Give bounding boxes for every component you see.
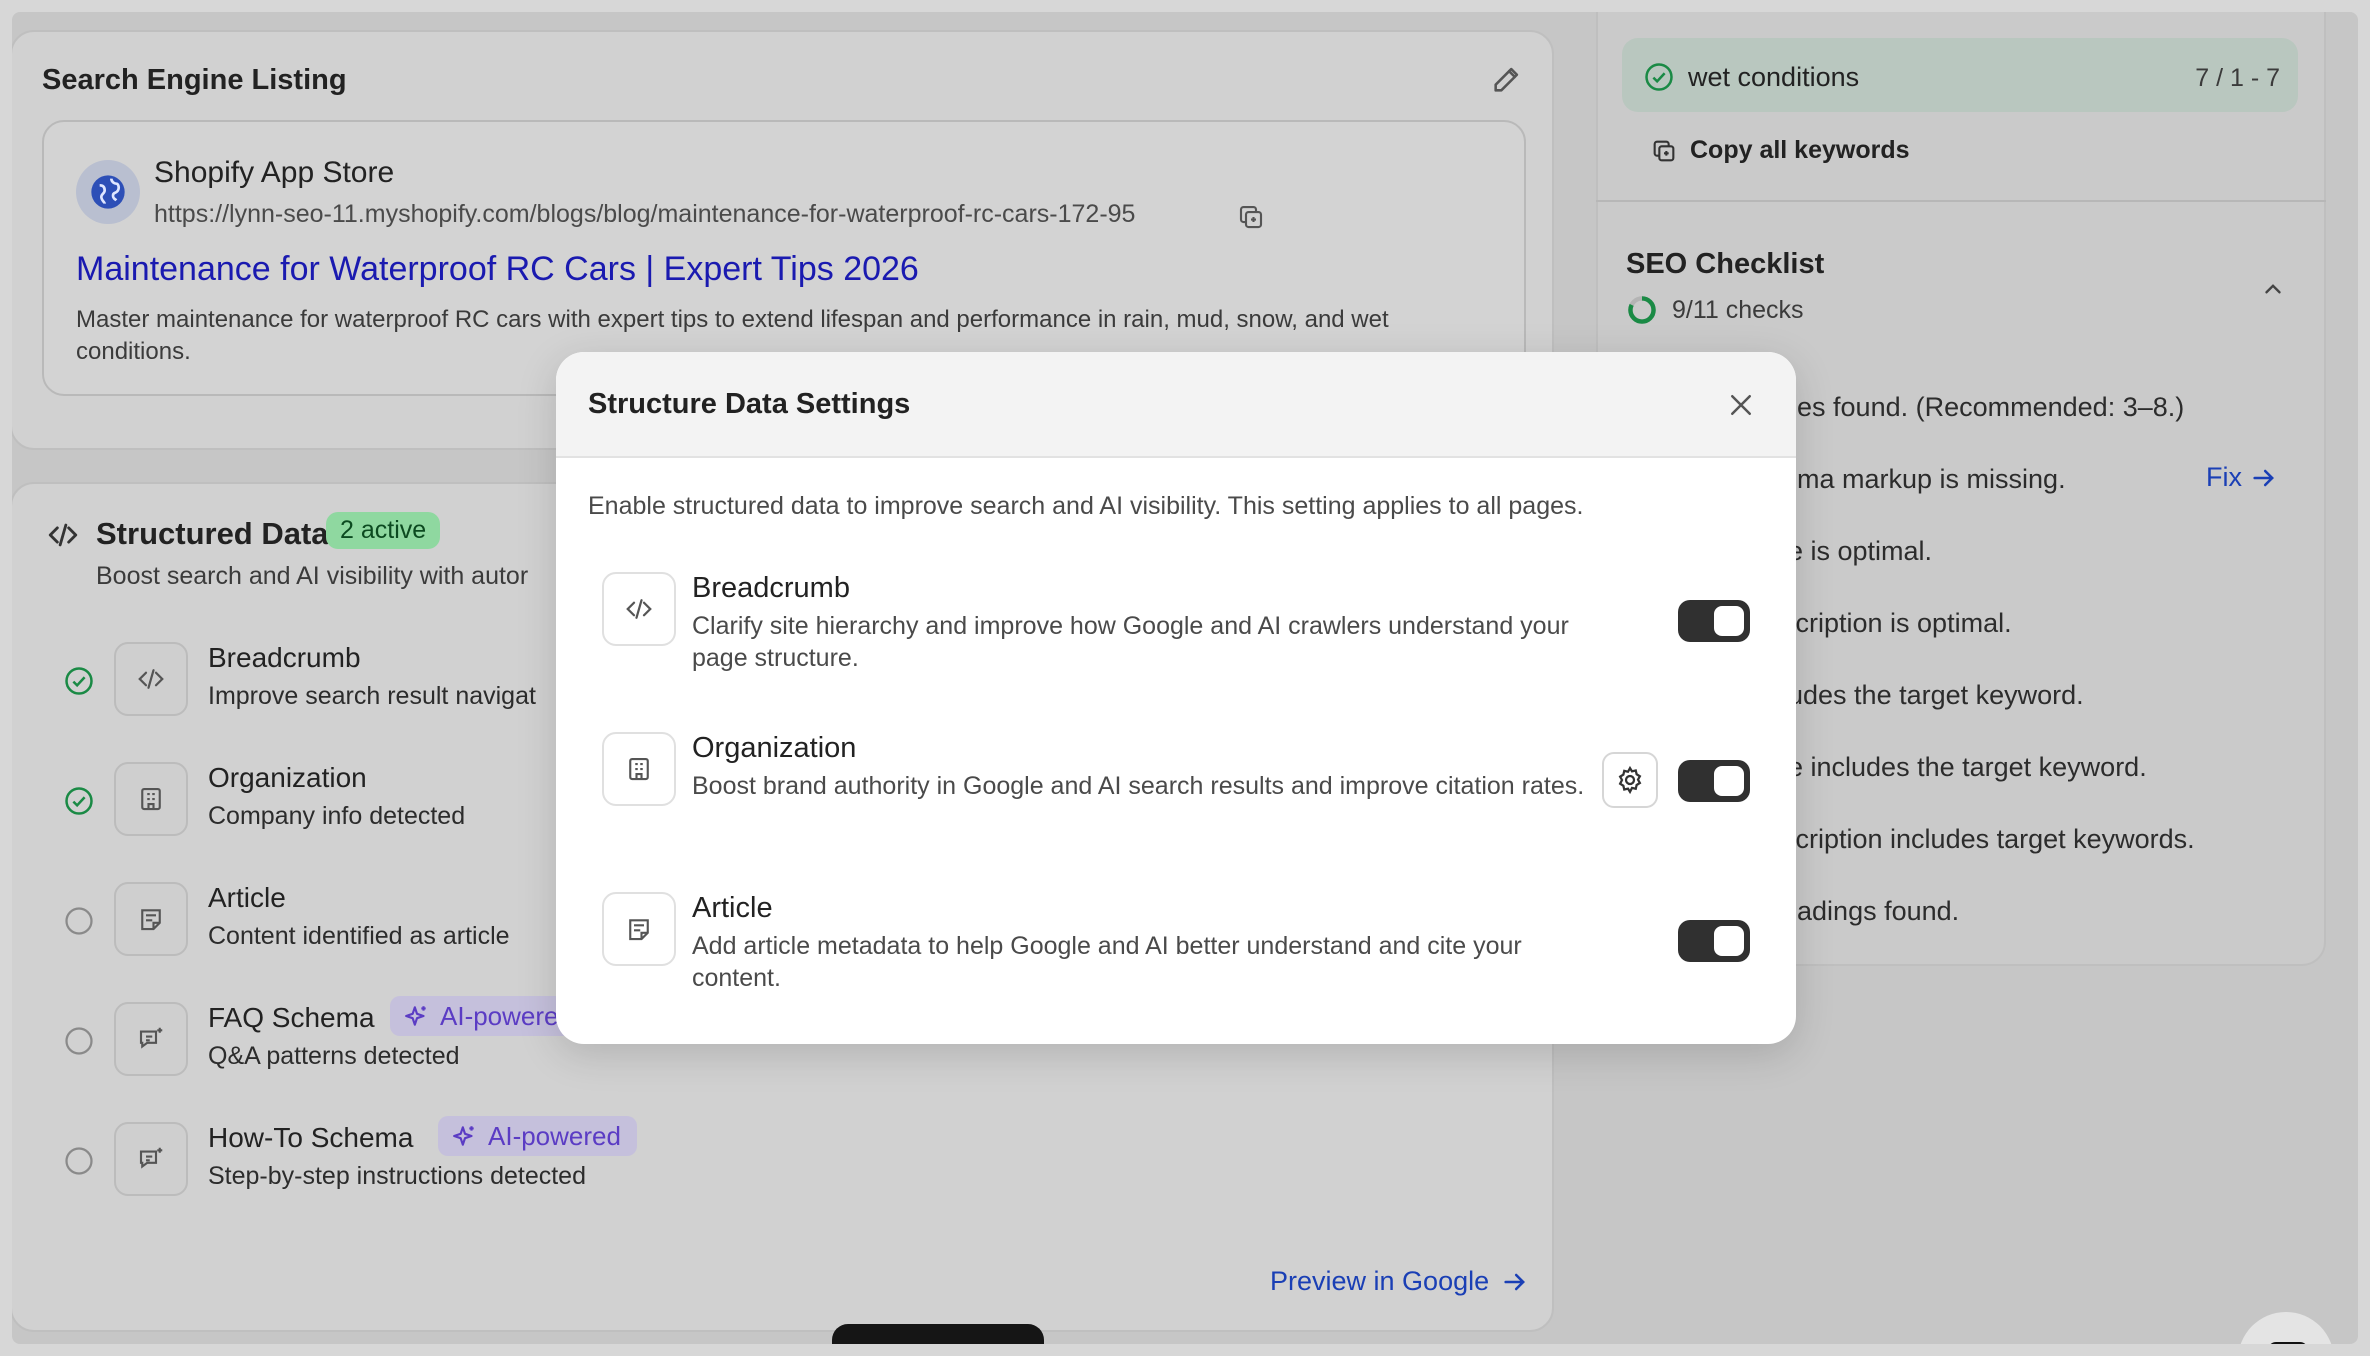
checklist-item: le includes the target keyword.	[1782, 752, 2147, 782]
modal-header: Structure Data Settings	[556, 352, 1796, 458]
preview-in-google-link[interactable]: Preview in Google	[1270, 1266, 1529, 1297]
code-icon	[602, 572, 676, 646]
store-name: Shopify App Store	[154, 156, 395, 189]
empty-circle-icon[interactable]	[64, 1146, 94, 1176]
empty-circle-icon[interactable]	[64, 1026, 94, 1056]
chat-sparkle-icon	[114, 1122, 188, 1196]
structured-data-title: Structured Data	[96, 516, 329, 551]
ai-powered-badge: AI-powere	[390, 996, 575, 1036]
copy-all-label: Copy all keywords	[1690, 136, 1910, 164]
copy-icon	[1650, 137, 1678, 165]
setting-name: Article	[692, 892, 773, 924]
checklist-item: le is optimal.	[1782, 536, 1933, 566]
preview-link-label: Preview in Google	[1270, 1266, 1490, 1296]
checklist-item: ema markup is missing.	[1782, 464, 2066, 494]
active-count-badge: 2 active	[326, 512, 441, 549]
fix-link[interactable]: Fix	[2206, 462, 2278, 493]
schema-description: Improve search result navigat	[208, 682, 536, 710]
keyword-count: 7 / 1 - 7	[2195, 64, 2280, 92]
checklist-item: scription is optimal.	[1782, 608, 2012, 638]
app-page: Search Engine Listing Shopify App Store …	[12, 12, 2358, 1344]
schema-name: Article	[208, 882, 286, 913]
setting-description: Boost brand authority in Google and AI s…	[692, 772, 1585, 800]
structure-data-settings-modal: Structure Data Settings Enable structure…	[556, 352, 1796, 1044]
bottom-toolbar-tab[interactable]	[832, 1324, 1044, 1344]
progress-ring-icon	[1626, 294, 1658, 326]
chevron-up-icon[interactable]	[2260, 276, 2286, 302]
check-circle-icon[interactable]	[64, 786, 94, 816]
copy-all-keywords-button[interactable]: Copy all keywords	[1650, 136, 1910, 165]
gear-icon[interactable]	[1602, 752, 1658, 808]
article-toggle[interactable]	[1678, 920, 1750, 962]
fix-label: Fix	[2206, 462, 2242, 492]
code-icon	[46, 518, 80, 552]
schema-name: Organization	[208, 762, 367, 793]
schema-description: Content identified as article	[208, 922, 510, 950]
setting-name: Breadcrumb	[692, 572, 850, 604]
close-icon[interactable]	[1726, 390, 1756, 420]
organization-toggle[interactable]	[1678, 760, 1750, 802]
building-icon	[114, 762, 188, 836]
check-circle-icon	[1644, 62, 1674, 92]
setting-name: Organization	[692, 732, 857, 764]
schema-description: Step-by-step instructions detected	[208, 1162, 586, 1190]
keyword-row[interactable]: wet conditions 7 / 1 - 7	[1622, 38, 2298, 112]
copy-icon[interactable]	[1236, 202, 1266, 232]
structured-data-subtitle: Boost search and AI visibility with auto…	[96, 562, 529, 590]
checklist-item: ludes the target keyword.	[1782, 680, 2084, 710]
modal-title: Structure Data Settings	[588, 388, 911, 420]
sparkle-icon	[452, 1123, 478, 1149]
setting-description: Clarify site hierarchy and improve how G…	[692, 612, 1569, 672]
checklist-item: scription includes target keywords.	[1782, 824, 2195, 854]
modal-row-breadcrumb: Breadcrumb Clarify site hierarchy and im…	[602, 572, 1762, 692]
article-icon	[602, 892, 676, 966]
divider	[1596, 200, 2326, 202]
code-icon	[114, 642, 188, 716]
chat-sparkle-icon	[114, 1002, 188, 1076]
modal-row-article: Article Add article metadata to help Goo…	[602, 892, 1762, 1012]
ai-powered-badge: AI-powered	[438, 1116, 637, 1156]
keyword-text: wet conditions	[1688, 62, 1860, 92]
checklist-item: eadings found.	[1782, 896, 1960, 926]
check-circle-icon[interactable]	[64, 666, 94, 696]
listing-page-title[interactable]: Maintenance for Waterproof RC Cars | Exp…	[76, 250, 919, 289]
chat-icon	[2268, 1342, 2308, 1344]
seo-checklist-title: SEO Checklist	[1626, 248, 1825, 280]
schema-name: How-To Schema	[208, 1122, 414, 1153]
empty-circle-icon[interactable]	[64, 906, 94, 936]
checklist-progress: 9/11 checks	[1626, 294, 1804, 326]
arrow-right-icon	[2250, 464, 2278, 492]
checklist-progress-label: 9/11 checks	[1672, 295, 1804, 324]
modal-description: Enable structured data to improve search…	[588, 492, 1584, 520]
breadcrumb-toggle[interactable]	[1678, 600, 1750, 642]
schema-name: FAQ Schema	[208, 1002, 375, 1033]
checklist-item: ges found. (Recommended: 3–8.)	[1782, 392, 2185, 422]
schema-description: Q&A patterns detected	[208, 1042, 460, 1070]
ai-badge-label: AI-powere	[440, 1000, 559, 1031]
pencil-icon[interactable]	[1490, 62, 1524, 96]
schema-name: Breadcrumb	[208, 642, 361, 673]
schema-row-howto[interactable]: How-To Schema AI-powered Step-by-step in…	[64, 1116, 1464, 1212]
sparkle-icon	[404, 1003, 430, 1029]
listing-url: https://lynn-seo-11.myshopify.com/blogs/…	[154, 200, 1136, 228]
arrow-right-icon	[1501, 1268, 1529, 1296]
modal-row-organization: Organization Boost brand authority in Go…	[602, 732, 1762, 852]
chat-launcher-button[interactable]	[2238, 1312, 2334, 1344]
ai-badge-label: AI-powered	[488, 1120, 621, 1151]
schema-description: Company info detected	[208, 802, 466, 830]
building-icon	[602, 732, 676, 806]
search-listing-title: Search Engine Listing	[42, 64, 347, 96]
article-icon	[114, 882, 188, 956]
globe-icon	[76, 160, 140, 224]
setting-description: Add article metadata to help Google and …	[692, 932, 1522, 992]
